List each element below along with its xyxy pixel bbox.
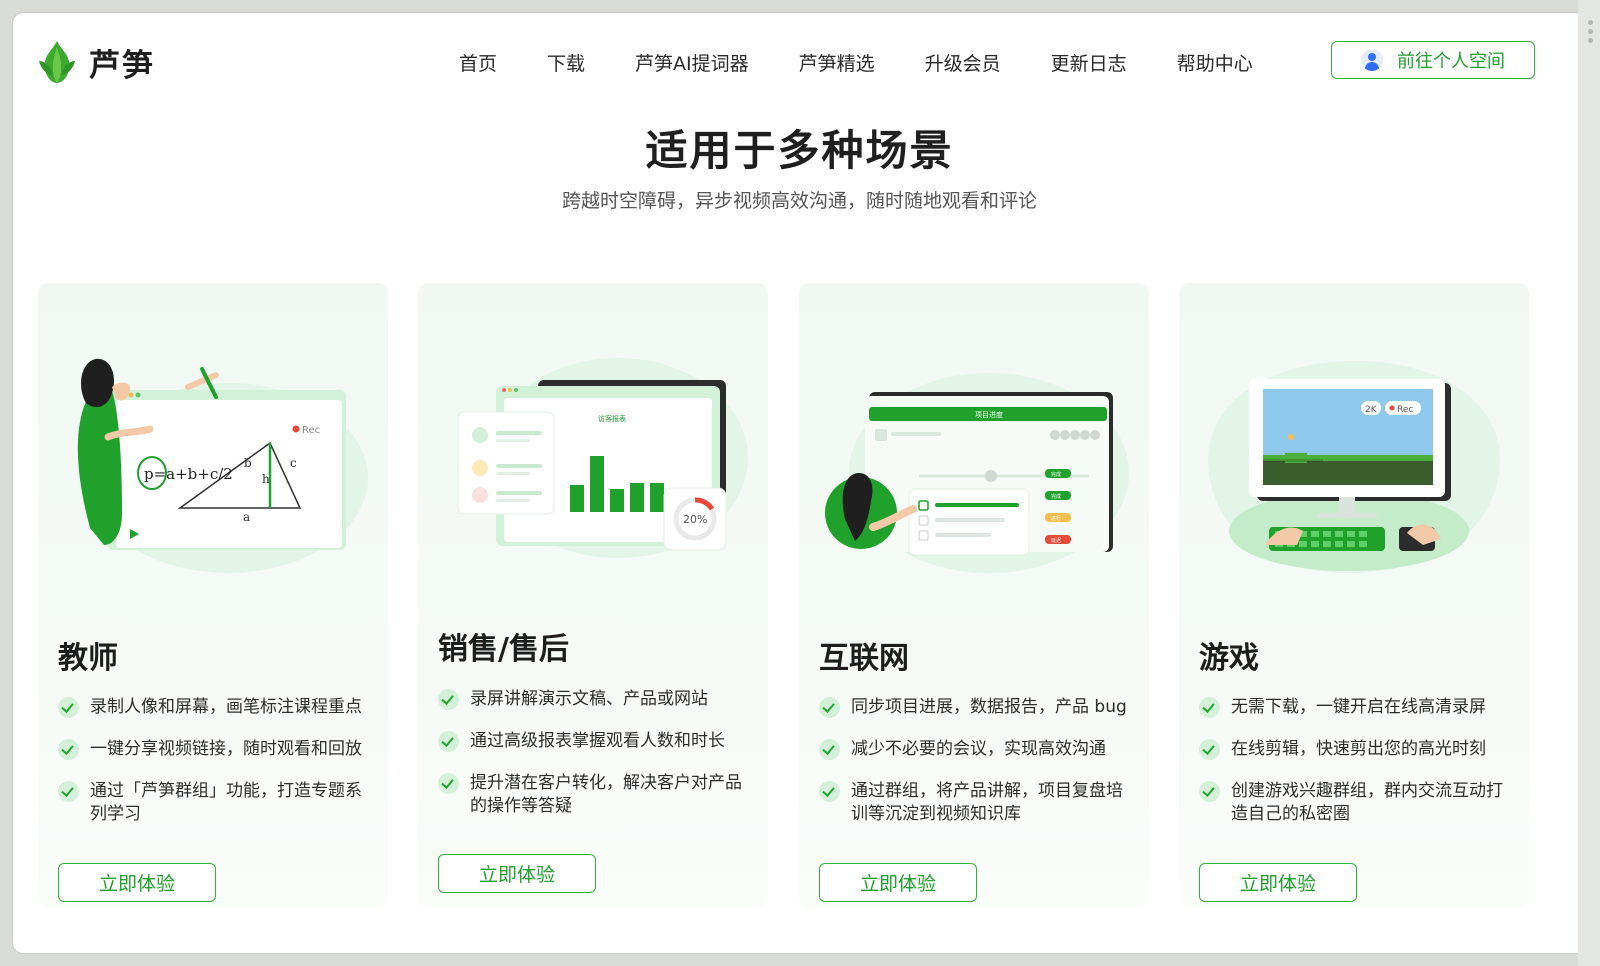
feature-item: 在线剪辑，快速剪出您的高光时刻 xyxy=(1199,738,1519,761)
asparagus-logo-icon xyxy=(39,41,75,83)
try-now-button[interactable]: 立即体验 xyxy=(58,863,216,902)
feature-item: 减少不必要的会议，实现高效沟通 xyxy=(819,738,1139,761)
nav-upgrade[interactable]: 升级会员 xyxy=(925,49,1001,76)
feature-item: 无需下载，一键开启在线高清录屏 xyxy=(1199,696,1519,719)
card-title: 教师 xyxy=(58,641,118,676)
card-internet: 项目进度 完成 完成 进行 延迟 互联网 同步项目进展，数据报告，产品 bug … xyxy=(799,283,1149,908)
svg-text:h: h xyxy=(262,472,270,486)
svg-text:延迟: 延迟 xyxy=(1051,537,1061,544)
user-icon xyxy=(1361,49,1383,71)
card-title: 游戏 xyxy=(1199,641,1259,676)
feature-list: 录制人像和屏幕，画笔标注课程重点 一键分享视频链接，随时观看和回放 通过「芦笋群… xyxy=(58,696,378,845)
svg-text:a: a xyxy=(243,510,250,524)
check-icon xyxy=(58,739,79,760)
check-icon xyxy=(58,781,79,802)
nav-changelog[interactable]: 更新日志 xyxy=(1051,49,1127,76)
try-now-button[interactable]: 立即体验 xyxy=(1199,863,1357,902)
card-sales: 访客报表 20% 销售/售后 录屏讲解演示文稿、产品或网站 通过高级报表掌握观看… xyxy=(418,283,768,908)
feature-item: 同步项目进展，数据报告，产品 bug xyxy=(819,696,1139,719)
game-illustration: 2K Rec xyxy=(1208,360,1500,573)
progress-label: 项目进度 xyxy=(975,410,1003,419)
nav-ai-prompter[interactable]: 芦笋AI提词器 xyxy=(635,49,749,76)
nav-featured[interactable]: 芦笋精选 xyxy=(799,49,875,76)
feature-item: 录屏讲解演示文稿、产品或网站 xyxy=(438,688,758,711)
nav-help[interactable]: 帮助中心 xyxy=(1177,49,1253,76)
try-now-button[interactable]: 立即体验 xyxy=(438,854,596,893)
personal-space-label: 前往个人空间 xyxy=(1397,51,1505,72)
check-icon xyxy=(819,697,840,718)
check-icon xyxy=(1199,781,1220,802)
check-icon xyxy=(1199,697,1220,718)
check-icon xyxy=(438,731,459,752)
main-nav: 首页 下载 芦笋AI提词器 芦笋精选 升级会员 更新日志 帮助中心 xyxy=(459,49,1303,76)
personal-space-button[interactable]: 前往个人空间 xyxy=(1331,41,1535,79)
site-header: 芦笋 首页 下载 芦笋AI提词器 芦笋精选 升级会员 更新日志 帮助中心 前往个… xyxy=(13,13,1586,109)
feature-item: 一键分享视频链接，随时观看和回放 xyxy=(58,738,378,761)
svg-text:b: b xyxy=(244,456,252,470)
check-icon xyxy=(438,689,459,710)
report-label: 访客报表 xyxy=(598,414,626,423)
feature-list: 无需下载，一键开启在线高清录屏 在线剪辑，快速剪出您的高光时刻 创建游戏兴趣群组… xyxy=(1199,696,1519,845)
feature-item: 通过高级报表掌握观看人数和时长 xyxy=(438,730,758,753)
card-game: 2K Rec 游戏 无需下载，一键开启在线高清录屏 在线剪辑，快速剪出您的高光时… xyxy=(1179,283,1529,908)
feature-list: 录屏讲解演示文稿、产品或网站 通过高级报表掌握观看人数和时长 提升潜在客户转化，… xyxy=(438,688,758,837)
teacher-illustration: Rec p=a+b+c/2 b c h a xyxy=(77,358,368,573)
percent-label: 20% xyxy=(683,513,707,526)
check-icon xyxy=(819,781,840,802)
svg-text:完成: 完成 xyxy=(1051,493,1061,500)
game-rec-label: Rec xyxy=(1397,405,1413,415)
more-dots-icon xyxy=(1588,20,1594,47)
brand-name: 芦笋 xyxy=(89,47,155,84)
logo[interactable]: 芦笋 xyxy=(37,39,155,85)
try-now-button[interactable]: 立即体验 xyxy=(819,863,977,902)
check-icon xyxy=(438,773,459,794)
formula-text: p=a+b+c/2 xyxy=(144,465,233,483)
resolution-label: 2K xyxy=(1365,405,1378,415)
svg-text:完成: 完成 xyxy=(1051,471,1061,478)
svg-text:进行: 进行 xyxy=(1051,515,1061,522)
check-icon xyxy=(1199,739,1220,760)
card-title: 销售/售后 xyxy=(438,632,569,667)
feature-list: 同步项目进展，数据报告，产品 bug 减少不必要的会议，实现高效沟通 通过群组，… xyxy=(819,696,1139,845)
sales-illustration: 访客报表 20% xyxy=(457,358,748,558)
section-title: 适用于多种场景 xyxy=(645,126,954,175)
browser-window: 芦笋 首页 下载 芦笋AI提词器 芦笋精选 升级会员 更新日志 帮助中心 前往个… xyxy=(13,13,1586,953)
feature-item: 提升潜在客户转化，解决客户对产品的操作等答疑 xyxy=(438,772,758,818)
section-subtitle: 跨越时空障碍，异步视频高效沟通，随时随地观看和评论 xyxy=(561,190,1037,212)
nav-download[interactable]: 下载 xyxy=(547,49,585,76)
check-icon xyxy=(819,739,840,760)
feature-item: 创建游戏兴趣群组，群内交流互动打造自己的私密圈 xyxy=(1199,780,1519,826)
card-teacher: Rec p=a+b+c/2 b c h a 教师 录制人像和屏幕，画笔标注课程重… xyxy=(38,283,388,908)
nav-home[interactable]: 首页 xyxy=(459,49,497,76)
feature-item: 通过「芦笋群组」功能，打造专题系列学习 xyxy=(58,780,378,826)
feature-item: 通过群组，将产品讲解，项目复盘培训等沉淀到视频知识库 xyxy=(819,780,1139,826)
card-title: 互联网 xyxy=(819,641,909,676)
check-icon xyxy=(58,697,79,718)
rec-label: Rec xyxy=(302,425,320,436)
feature-item: 录制人像和屏幕，画笔标注课程重点 xyxy=(58,696,378,719)
internet-illustration: 项目进度 完成 完成 进行 延迟 xyxy=(825,373,1129,573)
svg-text:c: c xyxy=(290,456,297,470)
window-scrollbar[interactable] xyxy=(1578,0,1600,966)
